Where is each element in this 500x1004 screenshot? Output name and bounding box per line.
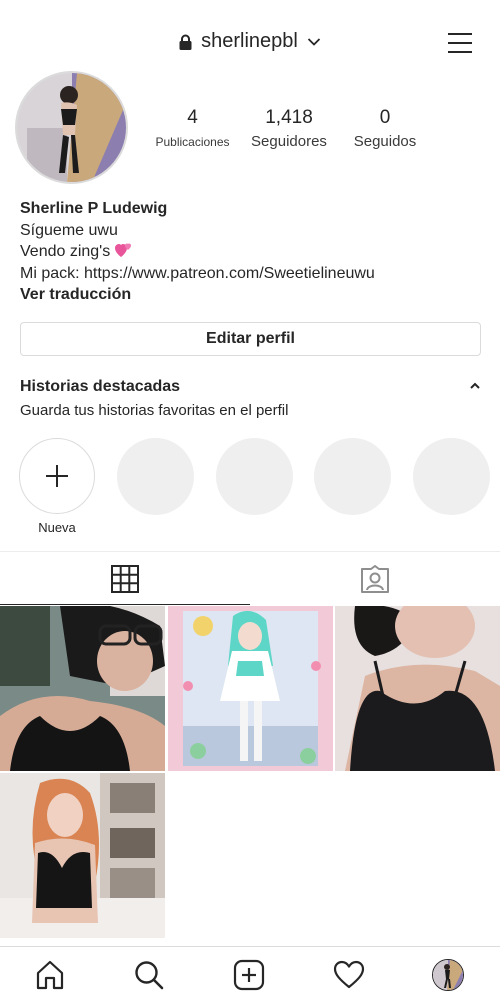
two-hearts-emoji-icon — [114, 243, 131, 257]
tab-posts-grid[interactable] — [0, 552, 250, 605]
lock-icon — [179, 34, 192, 50]
highlight-placeholder — [413, 438, 490, 515]
see-translation-link[interactable]: Ver traducción — [20, 284, 480, 306]
highlight-placeholder — [216, 438, 293, 515]
followers-count: 1,418 — [265, 107, 313, 128]
following-stat[interactable]: 0 Seguidos — [345, 107, 425, 150]
post-photo-1[interactable] — [0, 606, 165, 771]
posts-count: 4 — [187, 107, 198, 128]
bottom-navigation — [0, 946, 500, 1004]
activity-heart-icon[interactable] — [333, 959, 365, 991]
grid-icon — [111, 565, 139, 593]
chevron-down-icon — [308, 38, 321, 46]
highlights-subtitle: Guarda tus historias favoritas en el per… — [20, 402, 289, 419]
following-label: Seguidos — [353, 133, 417, 150]
tagged-icon — [361, 565, 389, 593]
plus-icon — [46, 465, 68, 487]
top-bar: sherlinepbl — [0, 0, 500, 70]
followers-stat[interactable]: 1,418 Seguidores — [245, 107, 333, 150]
profile-full-name: Sherline P Ludewig — [20, 200, 168, 217]
new-highlight-label: Nueva — [38, 520, 76, 535]
profile-avatar[interactable] — [432, 959, 464, 991]
account-switcher[interactable]: sherlinepbl — [0, 30, 500, 53]
home-icon[interactable] — [34, 959, 66, 991]
hamburger-menu-icon[interactable] — [446, 30, 474, 56]
highlight-placeholder — [314, 438, 391, 515]
profile-tabs — [0, 551, 500, 606]
bio-link-line[interactable]: Mi pack: https://www.patreon.com/Sweetie… — [20, 263, 480, 285]
profile-username: sherlinepbl — [201, 30, 298, 53]
bio-line-2-text: Vendo zing's — [20, 243, 111, 260]
post-photo-4[interactable] — [0, 773, 165, 938]
profile-bio: Sherline P Ludewig Sígueme uwu Vendo zin… — [20, 198, 480, 306]
posts-stat: 4 Publicaciones — [150, 107, 235, 149]
posts-label: Publicaciones — [155, 135, 230, 149]
profile-avatar-large[interactable] — [15, 71, 128, 184]
edit-profile-button[interactable]: Editar perfil — [20, 322, 481, 356]
following-count: 0 — [379, 107, 391, 128]
followers-label: Seguidores — [251, 133, 327, 150]
new-highlight-button[interactable] — [19, 438, 95, 514]
highlights-title: Historias destacadas — [20, 378, 181, 395]
bio-line-2: Vendo zing's — [20, 241, 480, 263]
new-post-icon[interactable] — [233, 959, 265, 991]
chevron-up-icon[interactable] — [468, 381, 482, 391]
bio-line-1: Sígueme uwu — [20, 221, 118, 239]
tab-tagged[interactable] — [250, 552, 500, 605]
search-icon[interactable] — [133, 959, 165, 991]
post-photo-3[interactable] — [335, 606, 500, 771]
highlight-placeholder — [117, 438, 194, 515]
post-photo-2[interactable] — [168, 606, 333, 771]
